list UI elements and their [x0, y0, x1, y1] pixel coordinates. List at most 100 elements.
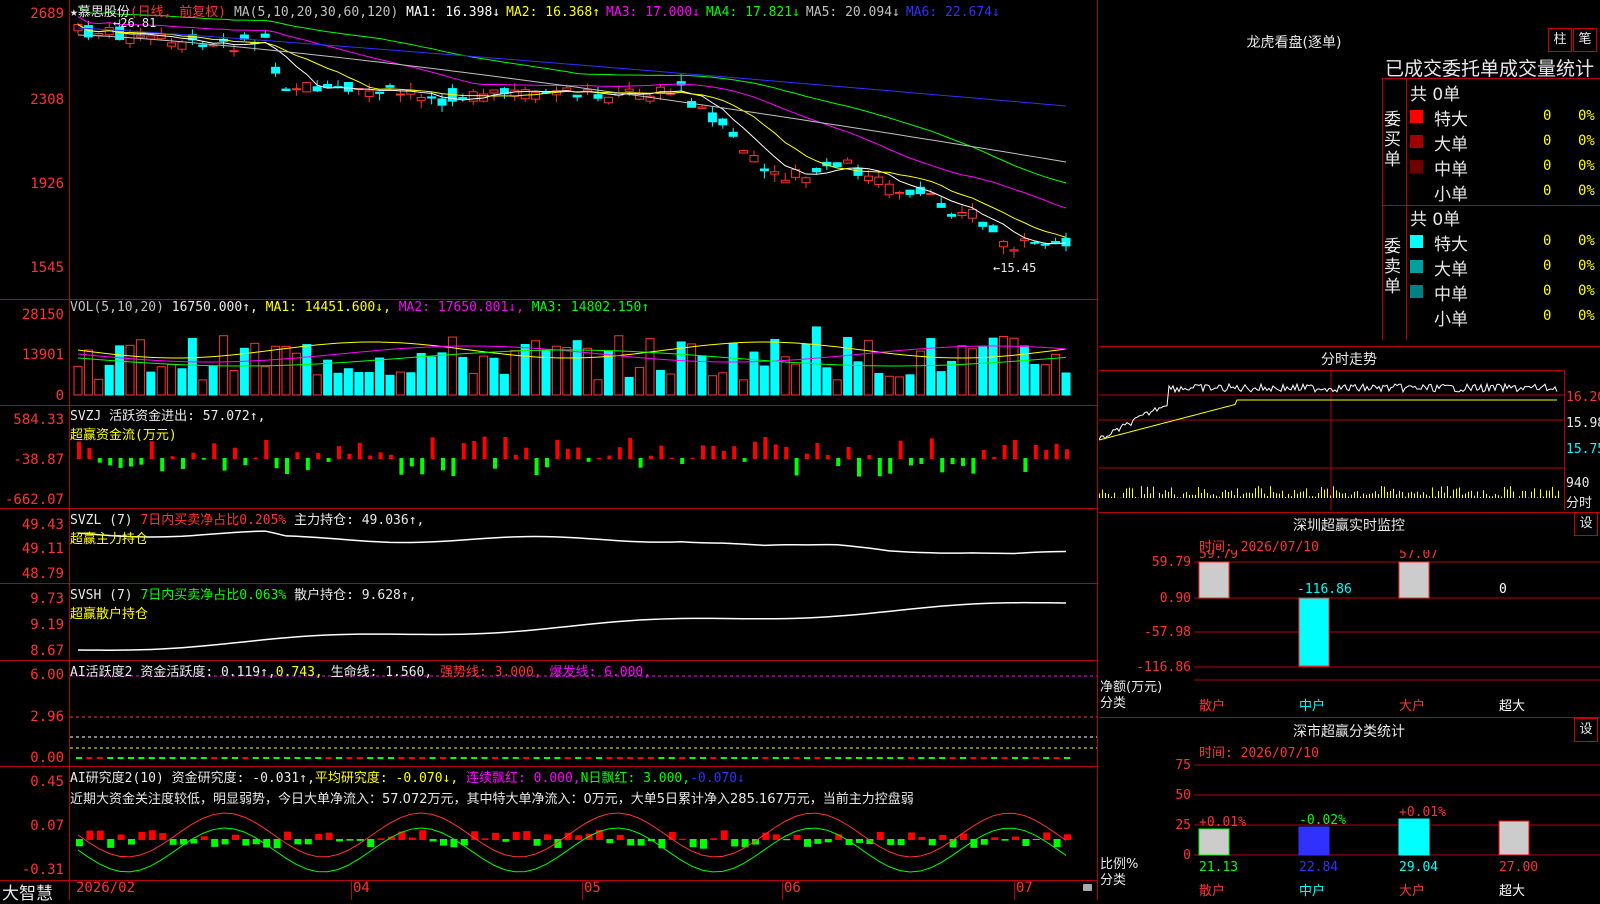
fund-flow-bar — [971, 458, 975, 474]
candle-body — [563, 88, 571, 91]
candle-body — [688, 101, 696, 107]
sz-monitor-settings-button[interactable]: 设 — [1574, 512, 1598, 536]
active-bar — [367, 757, 373, 759]
candle-body — [344, 83, 352, 92]
intraday-volume-bar — [1126, 489, 1127, 498]
fund-flow-bar — [961, 458, 965, 466]
change-label: -0.02% — [1299, 813, 1346, 828]
ai-active-b: 0.743, — [276, 665, 323, 680]
ma-indicator-value: 22.674↓ — [945, 5, 1000, 20]
intraday-volume-bar — [1108, 494, 1109, 498]
ma-line — [78, 7, 1066, 183]
fund-flow-bar — [1034, 445, 1038, 459]
research-bar — [419, 830, 426, 840]
vol-axis-label: 0 — [0, 388, 64, 404]
change-label: +0.01% — [1199, 815, 1246, 830]
intraday-volume-bar — [1330, 496, 1331, 498]
svsh-label: SVSH (7) — [70, 588, 133, 603]
intraday-volume-bar — [1534, 488, 1535, 498]
ma-line — [78, 17, 1066, 209]
ma-line — [78, 35, 1066, 162]
tick-mode-button[interactable]: 笔 — [1573, 28, 1597, 52]
active-bar — [690, 757, 696, 759]
brand-logo[interactable]: 大智慧 — [2, 879, 53, 904]
candle-body — [428, 97, 436, 98]
intraday-volume-bar — [1201, 493, 1202, 498]
active-bar — [461, 757, 467, 759]
svsh-header: SVSH (7) 7日内买卖净占比0.063% 散户持仓: 9.628↑, 超赢… — [70, 584, 417, 622]
research-bar — [544, 834, 551, 840]
intraday-volume: 940 — [1566, 476, 1589, 491]
volume-bar — [417, 353, 425, 395]
intraday-volume-bar — [1324, 490, 1325, 498]
intraday-volume-bar — [1135, 497, 1136, 498]
intraday-volume-bar — [1210, 495, 1211, 498]
stats-tabs[interactable]: 已成交委托单成交量统计 — [1385, 54, 1594, 81]
candle-body — [896, 193, 904, 194]
intraday-volume-bar — [1462, 495, 1463, 498]
volume-bar — [989, 338, 997, 395]
volume-bar — [812, 327, 820, 395]
category-label: 超大 — [1499, 884, 1525, 899]
intraday-volume-bar — [1492, 496, 1493, 498]
intraday-volume-bar — [1180, 497, 1181, 498]
research-bar — [523, 831, 530, 840]
active-bar — [565, 757, 571, 759]
intraday-volume-bar — [1132, 488, 1133, 498]
intraday-volume-bar — [1423, 492, 1424, 498]
intraday-volume-bar — [1123, 493, 1124, 498]
research-bar — [783, 839, 790, 840]
intraday-volume-bar — [1306, 488, 1307, 498]
price-header: ★慕思股份(日线, 前复权) MA(5,10,20,30,60,120) MA1… — [70, 1, 1006, 20]
order-color-swatch — [1410, 160, 1423, 173]
intraday-volume-bar — [1207, 493, 1208, 498]
category-label: 散户 — [1199, 698, 1225, 714]
active-bar — [471, 757, 477, 759]
fund-flow-bar — [732, 446, 736, 459]
active-bar — [222, 757, 228, 759]
active-bar — [440, 757, 446, 759]
active-bar — [76, 757, 82, 759]
active-bar — [783, 757, 789, 759]
fund-flow-bar — [77, 442, 81, 459]
volume-bar — [563, 348, 571, 395]
sz-monitor-unit: 净额(万元) 分类 — [1100, 680, 1162, 712]
research-bar — [794, 835, 801, 840]
candle-body — [532, 92, 540, 99]
vol-ma3: MA3: 14802.150↑ — [532, 300, 649, 315]
ma-indicator-4: MA4: 17.821↓ — [706, 5, 800, 20]
volume-bar — [116, 346, 124, 395]
fund-flow-bar — [420, 458, 424, 474]
bar-value-label: 27.00 — [1499, 860, 1538, 875]
sz-class-settings-button[interactable]: 设 — [1574, 718, 1598, 742]
intraday-volume-bar — [1216, 496, 1217, 498]
intraday-volume-bar — [1447, 486, 1448, 498]
axis-tick-label: -57.98 — [1144, 625, 1191, 640]
active-bar — [638, 757, 644, 759]
volume-bar — [376, 358, 384, 395]
intraday-volume-bar — [1327, 489, 1328, 498]
intraday-volume-bar — [1159, 493, 1160, 498]
fund-flow-bar — [389, 455, 393, 459]
intraday-volume-bar — [1153, 487, 1154, 498]
candle-body — [396, 94, 404, 95]
axis-tick-label: 0 — [1183, 848, 1191, 863]
ai-active-d: 强势线: 3.000, — [440, 665, 542, 680]
intraday-volume-bar — [1225, 490, 1226, 498]
volume-bar — [521, 345, 529, 395]
fund-flow-bar — [358, 443, 362, 459]
main-chart-area[interactable]: 2689 2308 1926 1545 28150 13901 0 584.33… — [0, 0, 1098, 900]
intraday-chart[interactable] — [1099, 370, 1564, 510]
volume-bar — [386, 375, 394, 395]
active-bar — [534, 757, 540, 759]
bar-mode-button[interactable]: 柱 — [1548, 28, 1572, 52]
intraday-volume-bar — [1339, 492, 1340, 498]
price-axis-label: 1545 — [0, 260, 64, 276]
intraday-volume-bar — [1558, 491, 1559, 498]
volume-bar — [854, 362, 862, 395]
candle-body — [989, 226, 997, 232]
candle-body — [272, 67, 280, 73]
buy-orders-label: 委买单 — [1384, 110, 1404, 170]
active-bar — [128, 757, 134, 759]
research-bar — [1022, 839, 1029, 846]
